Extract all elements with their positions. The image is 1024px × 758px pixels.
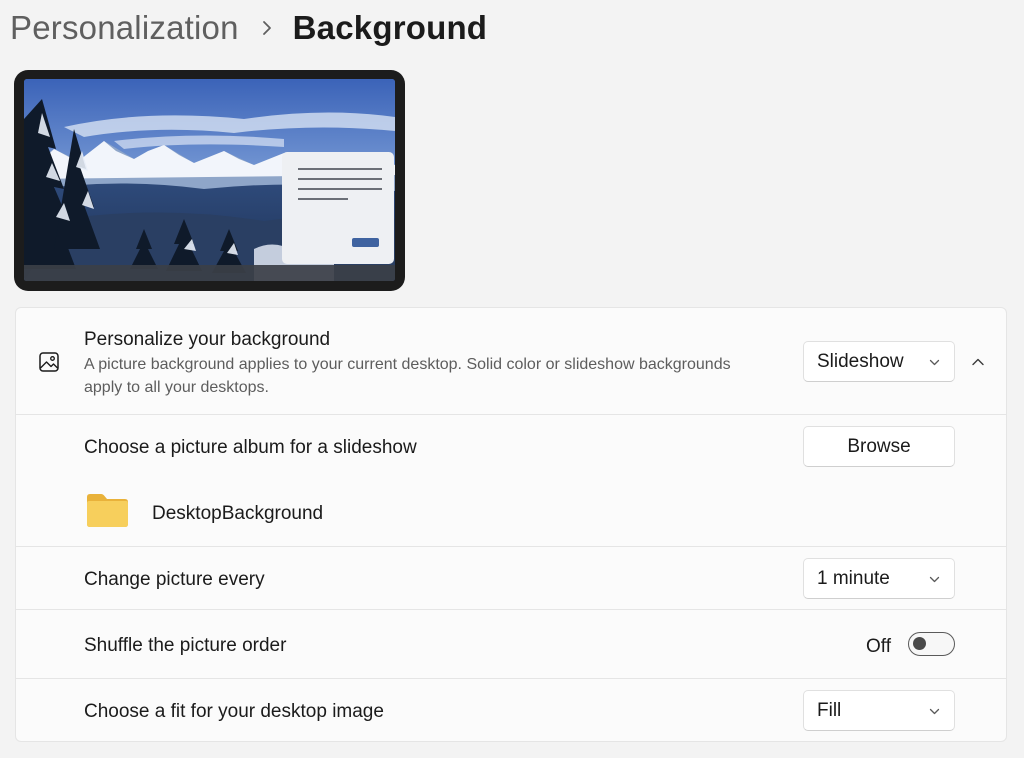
shuffle-card: Shuffle the picture order Off: [15, 609, 1007, 679]
background-type-value: Slideshow: [817, 350, 904, 372]
chevron-right-icon: [262, 21, 271, 35]
personalize-background-card[interactable]: Personalize your background A picture ba…: [15, 307, 1007, 415]
fit-value: Fill: [817, 699, 842, 721]
preview-taskbar: [24, 265, 395, 281]
page-title: Background: [292, 9, 488, 46]
chevron-down-icon: [929, 708, 940, 715]
chevron-down-icon: [929, 576, 940, 583]
toggle-knob: [913, 637, 926, 650]
shuffle-title: Shuffle the picture order: [84, 635, 287, 656]
chevron-down-icon: [929, 359, 940, 366]
shuffle-state-label: Off: [866, 636, 891, 657]
desktop-preview: [14, 70, 405, 291]
personalize-description: A picture background applies to your cur…: [84, 356, 731, 396]
chevron-up-icon[interactable]: [971, 355, 985, 369]
album-folder-name[interactable]: DesktopBackground: [152, 503, 323, 525]
change-interval-value: 1 minute: [817, 567, 890, 589]
fit-dropdown[interactable]: Fill: [803, 690, 955, 731]
album-title: Choose a picture album for a slideshow: [84, 437, 417, 458]
fit-card: Choose a fit for your desktop image Fill: [15, 678, 1007, 742]
change-picture-title: Change picture every: [84, 569, 265, 590]
picture-icon: [39, 352, 59, 372]
change-interval-dropdown[interactable]: 1 minute: [803, 558, 955, 599]
browse-button[interactable]: Browse: [803, 426, 955, 467]
shuffle-toggle[interactable]: [908, 632, 955, 656]
breadcrumb: Personalization Background: [10, 6, 487, 50]
preview-screen: [24, 79, 395, 281]
background-type-dropdown[interactable]: Slideshow: [803, 341, 955, 382]
change-picture-card: Change picture every 1 minute: [15, 546, 1007, 610]
breadcrumb-personalization[interactable]: Personalization: [10, 9, 239, 47]
folder-icon: [87, 494, 128, 527]
fit-title: Choose a fit for your desktop image: [84, 701, 384, 722]
picture-album-card: Choose a picture album for a slideshow B…: [15, 414, 1007, 547]
personalize-title: Personalize your background: [84, 329, 331, 350]
preview-window-button: [352, 238, 379, 247]
preview-window: [282, 152, 394, 264]
